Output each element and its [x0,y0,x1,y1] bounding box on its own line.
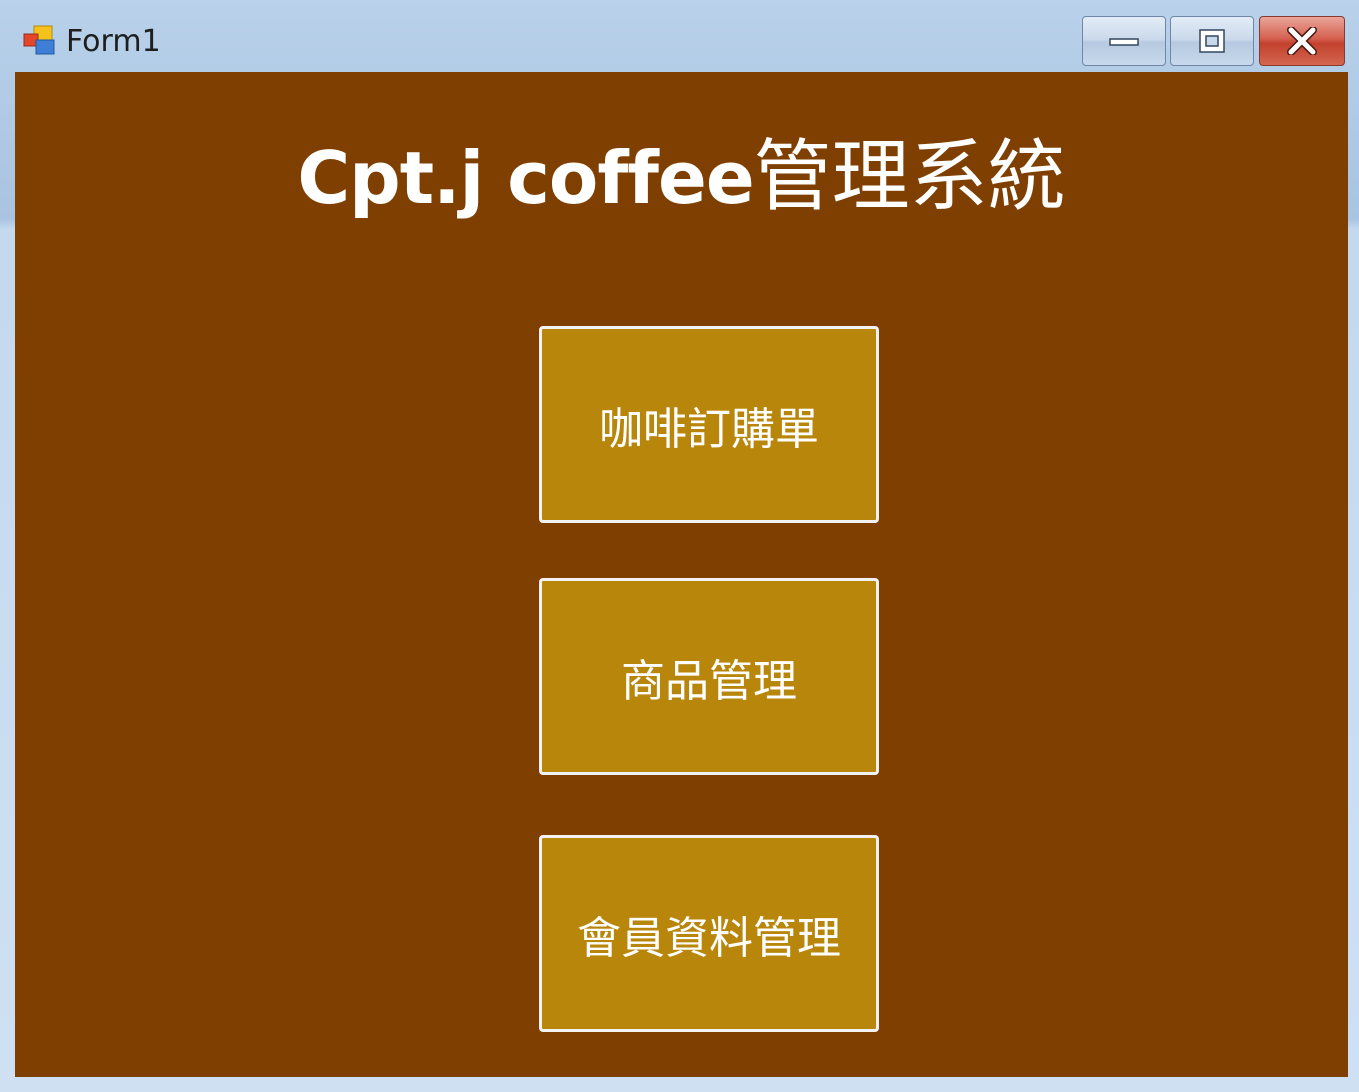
maximize-icon [1199,29,1225,53]
close-button[interactable] [1259,16,1345,66]
product-management-button[interactable]: 商品管理 [539,578,879,775]
app-window: Form1 Cpt.j coffee管理系統 咖啡訂購單 商品管理 會員資料管理 [0,0,1359,1092]
maximize-button[interactable] [1170,16,1254,66]
title-bar[interactable]: Form1 [0,0,1359,72]
member-management-button[interactable]: 會員資料管理 [539,835,879,1032]
window-title: Form1 [66,24,161,59]
winforms-app-icon [23,25,55,55]
minimize-icon [1109,38,1139,46]
minimize-button[interactable] [1082,16,1166,66]
page-title: Cpt.j coffee管理系統 [15,132,1348,243]
page-title-system: 管理系統 [753,132,1066,222]
page-title-brand: Cpt.j coffee [297,136,754,220]
coffee-order-button[interactable]: 咖啡訂購單 [539,326,879,523]
form-client-area: Cpt.j coffee管理系統 咖啡訂購單 商品管理 會員資料管理 [15,72,1348,1077]
close-icon [1287,27,1317,55]
